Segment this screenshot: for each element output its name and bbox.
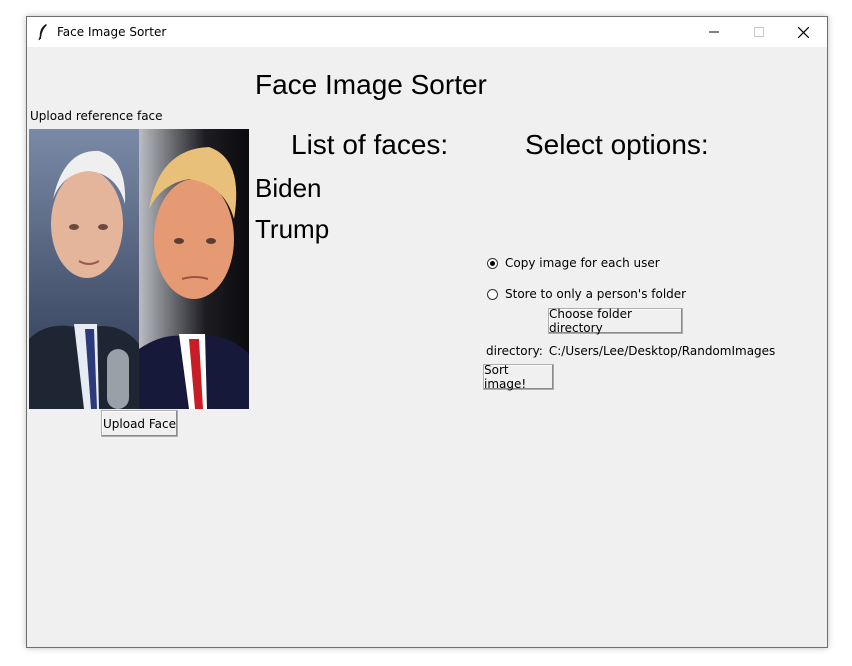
- face-list-item: Biden: [255, 173, 322, 203]
- maximize-button[interactable]: [736, 17, 781, 47]
- upload-reference-label: Upload reference face: [30, 109, 163, 123]
- window-title: Face Image Sorter: [57, 25, 167, 39]
- directory-label: directory:: [486, 344, 543, 358]
- faces-list-heading: List of faces:: [291, 129, 449, 160]
- maximize-icon: [753, 27, 764, 37]
- close-button[interactable]: [781, 17, 826, 47]
- feather-icon: [38, 24, 47, 41]
- radio-label: Store to only a person's folder: [505, 287, 687, 301]
- page-title: Face Image Sorter: [255, 69, 487, 100]
- app-window: Face Image Sorter Face Image Sorter Uplo…: [26, 16, 828, 648]
- store-person-folder-radio[interactable]: Store to only a person's folder: [487, 287, 686, 301]
- directory-row: directory: C:/Users/Lee/Desktop/RandomIm…: [486, 344, 775, 358]
- close-icon: [798, 26, 809, 38]
- face-list-item: Trump: [255, 214, 330, 244]
- radio-selected-indicator[interactable]: [487, 257, 498, 269]
- options-heading: Select options:: [525, 129, 709, 160]
- sort-image-button[interactable]: Sort image!: [483, 363, 554, 391]
- copy-each-user-radio[interactable]: Copy image for each user: [487, 256, 660, 270]
- directory-value: C:/Users/Lee/Desktop/RandomImages: [548, 344, 776, 358]
- upload-face-button[interactable]: Upload Face: [101, 410, 178, 437]
- radio-unselected-indicator[interactable]: [487, 288, 498, 300]
- minimize-icon: [708, 31, 719, 33]
- reference-face-image: [29, 129, 249, 409]
- client-area: Face Image Sorter Upload reference face: [27, 47, 827, 647]
- choose-folder-button[interactable]: Choose folder directory: [548, 307, 683, 335]
- minimize-button[interactable]: [691, 17, 736, 47]
- radio-label: Copy image for each user: [505, 256, 660, 270]
- title-bar[interactable]: Face Image Sorter: [27, 17, 827, 47]
